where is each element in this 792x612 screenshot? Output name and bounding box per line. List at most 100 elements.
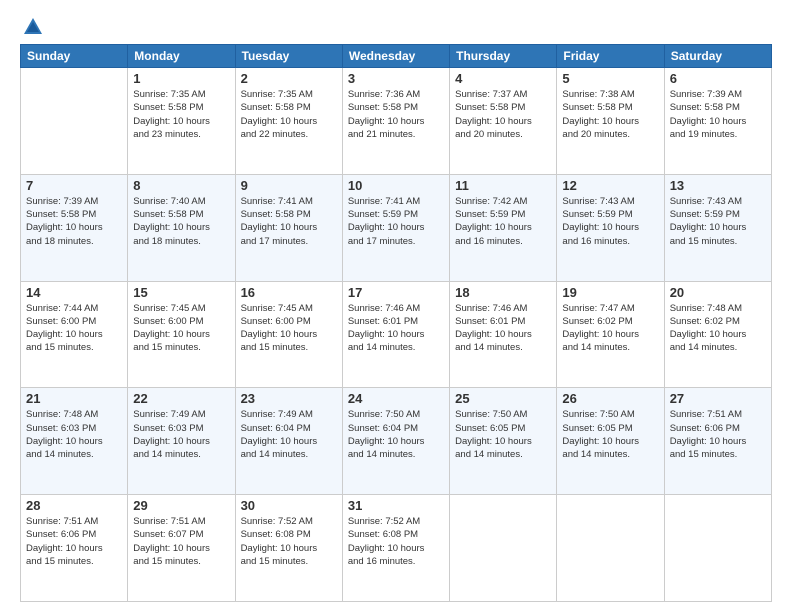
calendar-cell: 21Sunrise: 7:48 AM Sunset: 6:03 PM Dayli…: [21, 388, 128, 495]
day-info: Sunrise: 7:48 AM Sunset: 6:03 PM Dayligh…: [26, 408, 122, 461]
calendar-cell: [450, 495, 557, 602]
header: [20, 18, 772, 36]
day-info: Sunrise: 7:39 AM Sunset: 5:58 PM Dayligh…: [26, 195, 122, 248]
day-number: 1: [133, 71, 229, 86]
day-number: 12: [562, 178, 658, 193]
calendar-table: SundayMondayTuesdayWednesdayThursdayFrid…: [20, 44, 772, 602]
calendar-cell: [557, 495, 664, 602]
calendar-cell: 1 Sunrise: 7:35 AM Sunset: 5:58 PM Daylig…: [128, 68, 235, 175]
calendar-cell: 10 Sunrise: 7:41 AM Sunset: 5:59 PM Dayli…: [342, 174, 449, 281]
day-info: Sunrise: 7:41 AM Sunset: 5:58 PM Dayligh…: [241, 195, 337, 248]
day-info: Sunrise: 7:52 AM Sunset: 6:08 PM Dayligh…: [348, 515, 444, 568]
day-info: Sunrise: 7:49 AM Sunset: 6:04 PM Dayligh…: [241, 408, 337, 461]
day-info: Sunrise: 7:46 AM Sunset: 6:01 PM Dayligh…: [348, 302, 444, 355]
logo-icon: [22, 16, 44, 38]
calendar-week-4: 21Sunrise: 7:48 AM Sunset: 6:03 PM Dayli…: [21, 388, 772, 495]
calendar-cell: 15Sunrise: 7:45 AM Sunset: 6:00 PM Dayli…: [128, 281, 235, 388]
day-info: Sunrise: 7:43 AM Sunset: 5:59 PM Dayligh…: [562, 195, 658, 248]
page: SundayMondayTuesdayWednesdayThursdayFrid…: [0, 0, 792, 612]
calendar-cell: 23 Sunrise: 7:49 AM Sunset: 6:04 PM Dayli…: [235, 388, 342, 495]
day-number: 23: [241, 391, 337, 406]
day-info: Sunrise: 7:35 AM Sunset: 5:58 PM Dayligh…: [133, 88, 229, 141]
day-info: Sunrise: 7:36 AM Sunset: 5:58 PM Dayligh…: [348, 88, 444, 141]
day-info: Sunrise: 7:41 AM Sunset: 5:59 PM Dayligh…: [348, 195, 444, 248]
day-number: 9: [241, 178, 337, 193]
day-info: Sunrise: 7:50 AM Sunset: 6:05 PM Dayligh…: [455, 408, 551, 461]
day-info: Sunrise: 7:45 AM Sunset: 6:00 PM Dayligh…: [241, 302, 337, 355]
calendar-cell: 22 Sunrise: 7:49 AM Sunset: 6:03 PM Dayli…: [128, 388, 235, 495]
day-number: 31: [348, 498, 444, 513]
calendar-cell: 17 Sunrise: 7:46 AM Sunset: 6:01 PM Dayli…: [342, 281, 449, 388]
calendar-cell: 30 Sunrise: 7:52 AM Sunset: 6:08 PM Dayli…: [235, 495, 342, 602]
day-number: 25: [455, 391, 551, 406]
day-number: 13: [670, 178, 766, 193]
day-info: Sunrise: 7:45 AM Sunset: 6:00 PM Dayligh…: [133, 302, 229, 355]
calendar-header-wednesday: Wednesday: [342, 45, 449, 68]
day-number: 22: [133, 391, 229, 406]
day-info: Sunrise: 7:51 AM Sunset: 6:06 PM Dayligh…: [670, 408, 766, 461]
day-number: 3: [348, 71, 444, 86]
day-number: 14: [26, 285, 122, 300]
day-number: 26: [562, 391, 658, 406]
day-info: Sunrise: 7:50 AM Sunset: 6:05 PM Dayligh…: [562, 408, 658, 461]
day-info: Sunrise: 7:39 AM Sunset: 5:58 PM Dayligh…: [670, 88, 766, 141]
day-info: Sunrise: 7:35 AM Sunset: 5:58 PM Dayligh…: [241, 88, 337, 141]
calendar-cell: 6 Sunrise: 7:39 AM Sunset: 5:58 PM Daylig…: [664, 68, 771, 175]
day-info: Sunrise: 7:37 AM Sunset: 5:58 PM Dayligh…: [455, 88, 551, 141]
day-number: 10: [348, 178, 444, 193]
day-number: 2: [241, 71, 337, 86]
calendar-cell: 29 Sunrise: 7:51 AM Sunset: 6:07 PM Dayli…: [128, 495, 235, 602]
day-number: 28: [26, 498, 122, 513]
calendar-week-5: 28 Sunrise: 7:51 AM Sunset: 6:06 PM Dayli…: [21, 495, 772, 602]
day-number: 24: [348, 391, 444, 406]
day-number: 6: [670, 71, 766, 86]
day-number: 11: [455, 178, 551, 193]
day-info: Sunrise: 7:43 AM Sunset: 5:59 PM Dayligh…: [670, 195, 766, 248]
calendar-cell: 27 Sunrise: 7:51 AM Sunset: 6:06 PM Dayli…: [664, 388, 771, 495]
calendar-cell: 13 Sunrise: 7:43 AM Sunset: 5:59 PM Dayli…: [664, 174, 771, 281]
calendar-cell: 24Sunrise: 7:50 AM Sunset: 6:04 PM Dayli…: [342, 388, 449, 495]
calendar-cell: 20 Sunrise: 7:48 AM Sunset: 6:02 PM Dayli…: [664, 281, 771, 388]
calendar-cell: [21, 68, 128, 175]
calendar-header-thursday: Thursday: [450, 45, 557, 68]
day-number: 5: [562, 71, 658, 86]
calendar-header-tuesday: Tuesday: [235, 45, 342, 68]
calendar-cell: 3 Sunrise: 7:36 AM Sunset: 5:58 PM Daylig…: [342, 68, 449, 175]
day-info: Sunrise: 7:40 AM Sunset: 5:58 PM Dayligh…: [133, 195, 229, 248]
day-number: 30: [241, 498, 337, 513]
day-number: 16: [241, 285, 337, 300]
calendar-cell: [664, 495, 771, 602]
calendar-header-row: SundayMondayTuesdayWednesdayThursdayFrid…: [21, 45, 772, 68]
calendar-header-sunday: Sunday: [21, 45, 128, 68]
day-info: Sunrise: 7:49 AM Sunset: 6:03 PM Dayligh…: [133, 408, 229, 461]
day-info: Sunrise: 7:51 AM Sunset: 6:06 PM Dayligh…: [26, 515, 122, 568]
day-number: 20: [670, 285, 766, 300]
day-info: Sunrise: 7:48 AM Sunset: 6:02 PM Dayligh…: [670, 302, 766, 355]
calendar-week-3: 14 Sunrise: 7:44 AM Sunset: 6:00 PM Dayli…: [21, 281, 772, 388]
calendar-cell: 7 Sunrise: 7:39 AM Sunset: 5:58 PM Daylig…: [21, 174, 128, 281]
day-number: 19: [562, 285, 658, 300]
day-number: 29: [133, 498, 229, 513]
day-info: Sunrise: 7:52 AM Sunset: 6:08 PM Dayligh…: [241, 515, 337, 568]
day-info: Sunrise: 7:38 AM Sunset: 5:58 PM Dayligh…: [562, 88, 658, 141]
calendar-cell: 28 Sunrise: 7:51 AM Sunset: 6:06 PM Dayli…: [21, 495, 128, 602]
day-number: 27: [670, 391, 766, 406]
day-info: Sunrise: 7:44 AM Sunset: 6:00 PM Dayligh…: [26, 302, 122, 355]
calendar-cell: 11Sunrise: 7:42 AM Sunset: 5:59 PM Dayli…: [450, 174, 557, 281]
calendar-header-monday: Monday: [128, 45, 235, 68]
day-number: 17: [348, 285, 444, 300]
calendar-cell: 14 Sunrise: 7:44 AM Sunset: 6:00 PM Dayli…: [21, 281, 128, 388]
calendar-cell: 4Sunrise: 7:37 AM Sunset: 5:58 PM Daylig…: [450, 68, 557, 175]
day-info: Sunrise: 7:51 AM Sunset: 6:07 PM Dayligh…: [133, 515, 229, 568]
day-number: 7: [26, 178, 122, 193]
calendar-cell: 19Sunrise: 7:47 AM Sunset: 6:02 PM Dayli…: [557, 281, 664, 388]
day-number: 18: [455, 285, 551, 300]
calendar-cell: 8Sunrise: 7:40 AM Sunset: 5:58 PM Daylig…: [128, 174, 235, 281]
calendar-header-saturday: Saturday: [664, 45, 771, 68]
calendar-cell: 18 Sunrise: 7:46 AM Sunset: 6:01 PM Dayli…: [450, 281, 557, 388]
calendar-week-1: 1 Sunrise: 7:35 AM Sunset: 5:58 PM Daylig…: [21, 68, 772, 175]
calendar-cell: 5 Sunrise: 7:38 AM Sunset: 5:58 PM Daylig…: [557, 68, 664, 175]
calendar-cell: 2 Sunrise: 7:35 AM Sunset: 5:58 PM Daylig…: [235, 68, 342, 175]
day-info: Sunrise: 7:46 AM Sunset: 6:01 PM Dayligh…: [455, 302, 551, 355]
calendar-header-friday: Friday: [557, 45, 664, 68]
